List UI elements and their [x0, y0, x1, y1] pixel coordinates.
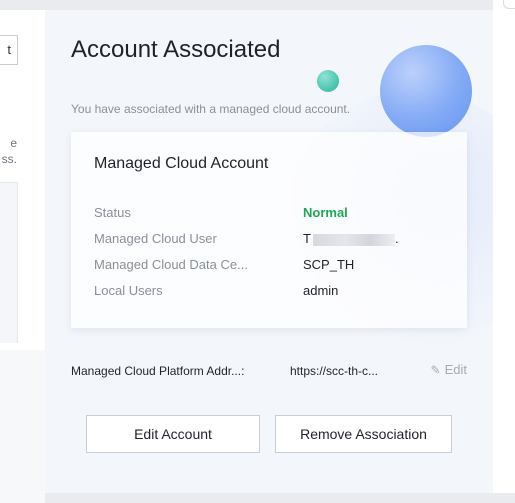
- platform-address-label: Managed Cloud Platform Addr...:: [71, 364, 245, 378]
- edit-address-label: Edit: [444, 362, 467, 377]
- background-button[interactable]: t: [0, 35, 18, 65]
- managed-cloud-account-card: Managed Cloud Account Status Normal Mana…: [71, 132, 467, 328]
- background-left-panel: t e ss.: [0, 10, 45, 503]
- managed-cloud-data-center-label: Managed Cloud Data Ce...: [94, 257, 248, 272]
- managed-cloud-data-center-value: SCP_TH: [303, 257, 355, 272]
- platform-address-value: https://scc-th-c...: [290, 364, 379, 378]
- background-right-corner: [503, 0, 515, 9]
- background-right-strip: [493, 0, 515, 493]
- redacted-text: [312, 233, 395, 246]
- local-users-label: Local Users: [94, 283, 163, 298]
- edit-account-button[interactable]: Edit Account: [86, 415, 260, 453]
- background-box: [0, 350, 45, 503]
- account-associated-panel: Account Associated You have associated w…: [45, 10, 493, 493]
- status-value: Normal: [303, 205, 348, 220]
- background-box: [0, 182, 18, 343]
- managed-cloud-user-text: T: [303, 231, 311, 246]
- panel-subtitle: You have associated with a managed cloud…: [71, 102, 351, 116]
- card-title: Managed Cloud Account: [94, 155, 269, 172]
- managed-cloud-user-value: T.: [303, 231, 399, 246]
- background-text-line: ss.: [1, 152, 17, 166]
- platform-address-row: Managed Cloud Platform Addr...: https://…: [71, 362, 467, 382]
- remove-association-button[interactable]: Remove Association: [275, 415, 452, 453]
- local-users-value: admin: [303, 283, 339, 298]
- managed-cloud-user-suffix: .: [394, 231, 399, 246]
- managed-cloud-user-label: Managed Cloud User: [94, 231, 217, 246]
- pencil-icon: ✎: [430, 363, 441, 377]
- decoration-circle-large: [380, 45, 472, 137]
- panel-title: Account Associated: [71, 36, 281, 63]
- background-text: e ss.: [0, 135, 17, 167]
- decoration-circle-small: [317, 70, 339, 92]
- status-label: Status: [94, 205, 131, 220]
- background-text-line: e: [10, 136, 17, 150]
- edit-address-button[interactable]: ✎ Edit: [431, 362, 467, 377]
